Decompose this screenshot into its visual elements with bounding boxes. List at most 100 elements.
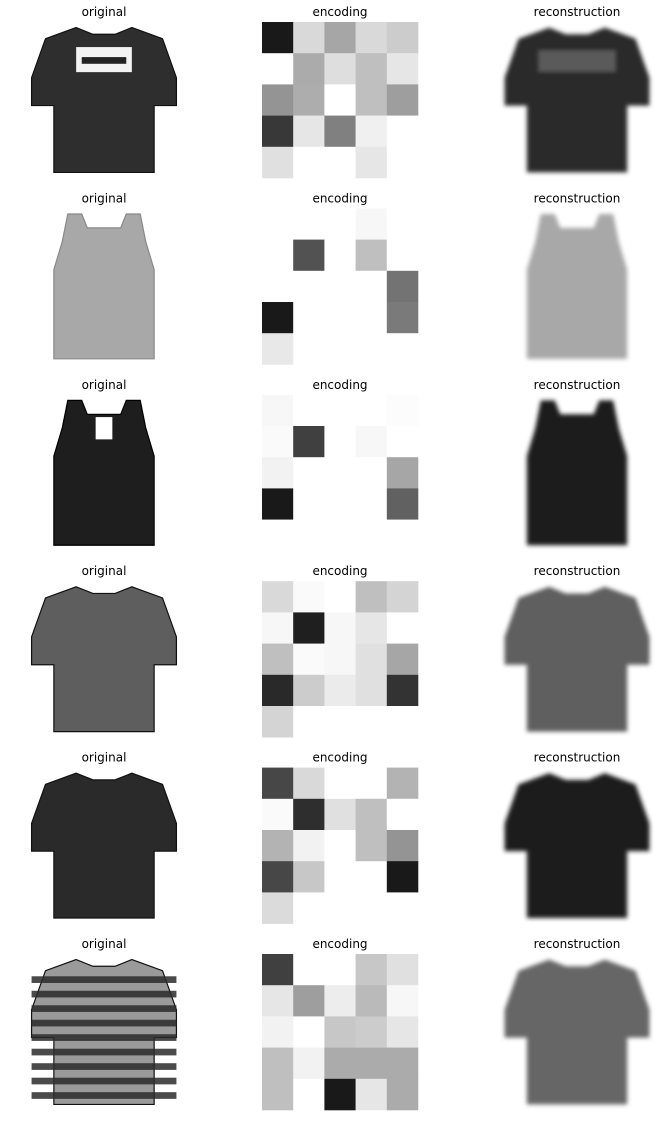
panel-title-encoding: encoding xyxy=(312,191,367,205)
encoding-cell xyxy=(293,798,325,831)
encoding-cell xyxy=(386,612,419,644)
encoding-cell xyxy=(262,457,294,489)
encoding-cell xyxy=(355,674,388,707)
encoding-cell xyxy=(386,643,419,676)
encoding-cell xyxy=(262,581,294,613)
encoding-cell xyxy=(293,954,325,986)
encoding-cell xyxy=(386,519,419,552)
garment-shape xyxy=(504,27,650,173)
encoding-cell xyxy=(355,84,388,116)
encoding-cell xyxy=(324,581,356,613)
encoding-cell xyxy=(324,270,356,303)
encoding-cell xyxy=(262,767,294,800)
encoding-cell xyxy=(355,146,388,179)
encoding-cell xyxy=(262,146,294,179)
panel-title-reconstruction: reconstruction xyxy=(534,937,621,951)
encoding-cell xyxy=(324,861,356,893)
encoding-cell xyxy=(355,830,388,862)
encoding-cell xyxy=(262,674,294,707)
encoding-cell xyxy=(355,208,388,240)
encoding-cell xyxy=(262,239,294,272)
encoding-cell xyxy=(293,426,325,458)
encoding-cell xyxy=(262,394,294,427)
stripe xyxy=(31,1048,177,1056)
panel-title-encoding: encoding xyxy=(312,5,367,19)
encoding-cell xyxy=(355,1078,388,1111)
encoding-cell xyxy=(262,426,294,458)
reconstruction-image xyxy=(504,959,650,1105)
encoding-cell xyxy=(386,861,419,893)
garment-shape xyxy=(30,586,178,733)
encoding-cell xyxy=(324,488,356,520)
encoding-cell xyxy=(262,985,294,1017)
encoding-cell xyxy=(355,394,388,427)
encoding-cell xyxy=(386,674,419,707)
encoding-cell xyxy=(324,830,356,862)
encoding-cell xyxy=(386,892,419,924)
encoding-cell xyxy=(386,239,419,272)
figure-row: original encoding reconstruction xyxy=(53,378,628,552)
stripe xyxy=(31,976,177,983)
encoding-cell xyxy=(324,53,356,85)
encoding-cell xyxy=(262,1047,294,1080)
encoding-cell xyxy=(293,892,325,924)
encoding-cell xyxy=(386,270,419,303)
panel-title-original: original xyxy=(82,564,127,578)
encoding-cell xyxy=(386,1047,419,1080)
encoding-cell xyxy=(386,53,419,85)
encoding-cell xyxy=(293,519,325,552)
encoding-cell xyxy=(293,302,325,334)
encoding-cell xyxy=(262,1078,294,1111)
stripe xyxy=(31,1034,177,1041)
encoding-cell xyxy=(262,892,294,924)
encoding-heatmap xyxy=(262,22,419,179)
encoding-cell xyxy=(386,115,419,148)
encoding-cell xyxy=(293,985,325,1017)
encoding-cell xyxy=(386,302,419,334)
encoding-cell xyxy=(324,1016,356,1048)
encoding-cell xyxy=(293,767,325,800)
encoding-cell xyxy=(293,394,325,427)
encoding-cell xyxy=(386,581,419,613)
print-text xyxy=(81,57,127,64)
encoding-cell xyxy=(355,239,388,272)
panel-title-reconstruction: reconstruction xyxy=(534,191,621,205)
original-image xyxy=(53,213,155,360)
encoding-cell xyxy=(324,706,356,738)
encoding-cell xyxy=(262,830,294,862)
original-image xyxy=(30,26,178,174)
encoding-cell xyxy=(355,581,388,613)
encoding-cell xyxy=(355,302,388,334)
encoding-heatmap xyxy=(262,394,419,552)
reconstruction-image xyxy=(504,586,650,732)
encoding-cell xyxy=(324,1078,356,1111)
encoding-cell xyxy=(293,830,325,862)
encoding-cell xyxy=(324,426,356,458)
original-image xyxy=(30,772,178,919)
encoding-cell xyxy=(293,22,325,54)
reconstruction-image xyxy=(504,27,650,173)
encoding-cell xyxy=(293,1078,325,1111)
encoding-cell xyxy=(355,270,388,303)
garment-shape xyxy=(504,959,650,1105)
encoding-cell xyxy=(355,488,388,520)
encoding-cell xyxy=(262,488,294,520)
encoding-cell xyxy=(293,208,325,240)
encoding-cell xyxy=(324,115,356,148)
original-image xyxy=(53,399,155,546)
encoding-cell xyxy=(324,767,356,800)
encoding-cell xyxy=(386,1078,419,1111)
garment-shape xyxy=(504,586,650,732)
panel-rows: original encoding reconstruction original en… xyxy=(30,5,650,1111)
encoding-cell xyxy=(386,706,419,738)
encoding-cell xyxy=(386,488,419,520)
encoding-cell xyxy=(355,457,388,489)
encoding-cell xyxy=(324,985,356,1017)
encoding-cell xyxy=(324,1047,356,1080)
encoding-cell xyxy=(386,954,419,986)
encoding-heatmap xyxy=(262,954,419,1111)
reconstruction-image xyxy=(504,773,650,919)
encoding-cell xyxy=(355,333,388,365)
encoding-cell xyxy=(262,115,294,148)
encoding-cell xyxy=(386,146,419,179)
